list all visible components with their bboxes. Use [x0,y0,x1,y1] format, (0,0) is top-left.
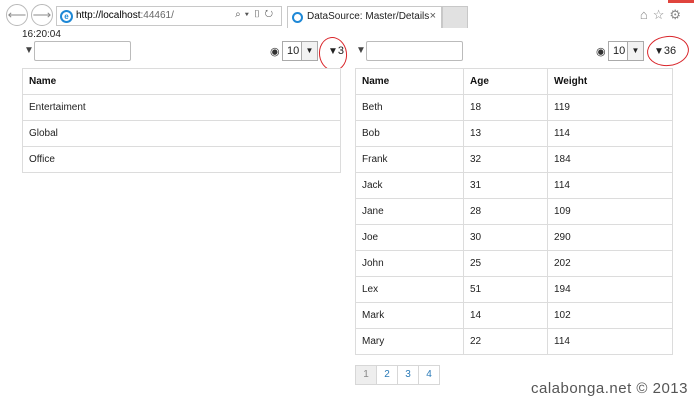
table-cell: Jane [355,198,464,225]
table-row[interactable]: Joe 30 290 [355,224,673,251]
table-cell: 32 [463,146,548,173]
table-cell: 102 [547,302,673,329]
table-cell: 22 [463,328,548,355]
table-cell: Mary [355,328,464,355]
page-link-4[interactable]: 4 [418,365,440,385]
new-tab-button[interactable] [442,6,468,28]
table-row[interactable]: Entertaiment [22,94,341,121]
table-row[interactable]: Mary 22 114 [355,328,673,355]
master-page-size-select[interactable]: 10 ▼ [282,41,318,61]
browser-toolbar: ⟵ ⟶ e http://localhost:44461/ ⌕▾▯↻ DataS… [0,0,694,30]
table-cell: 290 [547,224,673,251]
watermark: calabonga.net © 2013 [530,380,688,397]
column-header: Age [463,68,548,95]
master-table: Name Entertaiment Global Office [22,68,341,173]
table-cell: 114 [547,328,673,355]
table-cell: 18 [463,94,548,121]
table-row[interactable]: Global [22,120,341,147]
clock-text: 16:20:04 [22,29,61,40]
window-accent [668,0,694,3]
page-link-3[interactable]: 3 [397,365,419,385]
table-header-row: Name [22,68,341,95]
column-header: Weight [547,68,673,95]
close-icon[interactable]: × [430,10,436,22]
table-row[interactable]: Bob 13 114 [355,120,673,147]
forward-icon[interactable]: ⟶ [31,4,53,26]
table-row[interactable]: Jack 31 114 [355,172,673,199]
eye-icon: ◉ [270,46,280,58]
chevron-down-icon: ▼ [627,42,643,60]
table-cell: Entertaiment [22,94,341,121]
table-cell: 114 [547,172,673,199]
gear-icon[interactable]: ⚙ [669,7,686,22]
table-cell: 194 [547,276,673,303]
back-icon[interactable]: ⟵ [6,4,28,26]
table-cell: 30 [463,224,548,251]
table-cell: Bob [355,120,464,147]
filter-icon: ▼ [24,45,34,56]
table-cell: 184 [547,146,673,173]
table-cell: 51 [463,276,548,303]
ie-icon [292,12,303,23]
refresh-icon[interactable]: ↻ [265,9,277,20]
column-header: Name [22,68,341,95]
table-cell: Frank [355,146,464,173]
tab-title: DataSource: Master/Details [307,11,430,22]
home-icon[interactable]: ⌂ [640,7,653,22]
details-filter-input[interactable] [366,41,463,61]
tab-datasource[interactable]: DataSource: Master/Details × [287,6,442,28]
table-cell: 202 [547,250,673,277]
table-row[interactable]: Jane 28 109 [355,198,673,225]
master-filter-input[interactable] [34,41,131,61]
table-cell: Global [22,120,341,147]
table-cell: Joe [355,224,464,251]
table-cell: Beth [355,94,464,121]
table-cell: 119 [547,94,673,121]
page-link-1[interactable]: 1 [355,365,377,385]
page-link-2[interactable]: 2 [376,365,398,385]
compat-icon[interactable]: ▯ [253,9,265,20]
table-cell: John [355,250,464,277]
table-cell: 114 [547,120,673,147]
filter-icon: ▼ [356,45,366,56]
table-row[interactable]: Mark 14 102 [355,302,673,329]
table-row[interactable]: John 25 202 [355,250,673,277]
table-cell: 28 [463,198,548,225]
table-row[interactable]: Lex 51 194 [355,276,673,303]
table-row[interactable]: Office [22,146,341,173]
table-cell: Office [22,146,341,173]
table-cell: Lex [355,276,464,303]
address-url[interactable]: http://localhost:44461/ [76,10,174,21]
table-cell: Mark [355,302,464,329]
table-row[interactable]: Frank 32 184 [355,146,673,173]
eye-icon: ◉ [596,46,606,58]
table-cell: 14 [463,302,548,329]
pagination: 1 2 3 4 [355,365,440,385]
ie-icon: e [60,10,73,23]
table-cell: 109 [547,198,673,225]
address-bar[interactable]: e http://localhost:44461/ ⌕▾▯↻ [56,6,282,26]
table-row[interactable]: Beth 18 119 [355,94,673,121]
details-page-size-select[interactable]: 10 ▼ [608,41,644,61]
table-cell: 31 [463,172,548,199]
search-icon[interactable]: ⌕▾ [235,9,253,20]
table-cell: 13 [463,120,548,147]
annotation-circle [645,33,691,69]
details-table: Name Age Weight Beth 18 119 Bob 13 114 Frank 32… [355,68,673,355]
column-header: Name [355,68,464,95]
table-cell: Jack [355,172,464,199]
table-header-row: Name Age Weight [355,68,673,95]
star-icon[interactable]: ☆ [653,7,670,22]
chevron-down-icon: ▼ [301,42,317,60]
table-cell: 25 [463,250,548,277]
